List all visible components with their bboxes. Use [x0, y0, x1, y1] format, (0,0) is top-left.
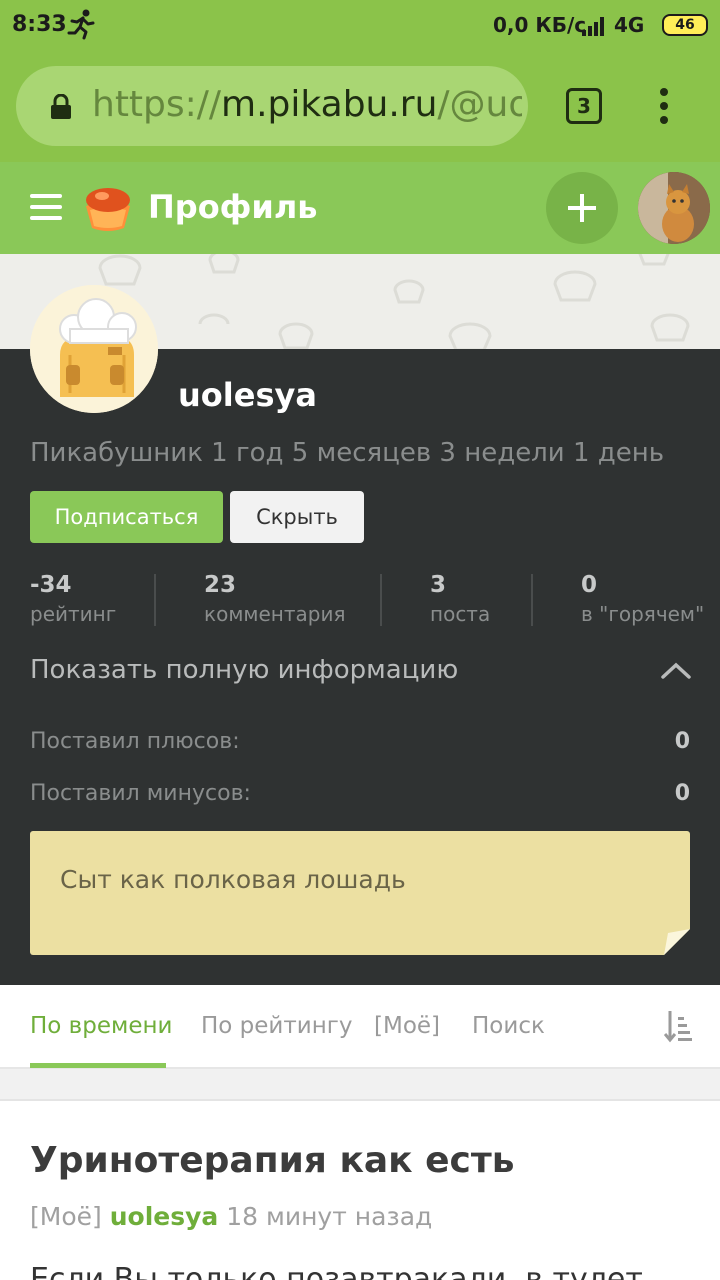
- pluses-label: Поставил плюсов:: [30, 729, 240, 754]
- browser-toolbar: https://m.pikabu.ru/@uolesya 3: [0, 52, 720, 162]
- url-host: m.pikabu.ru: [221, 84, 438, 125]
- profile-avatar: [30, 285, 158, 413]
- sort-icon[interactable]: [664, 1009, 692, 1043]
- post-tag[interactable]: [Моё]: [30, 1202, 102, 1231]
- lock-icon: [51, 94, 71, 119]
- profile-since: Пикабушник 1 год 5 месяцев 3 недели 1 де…: [30, 438, 665, 468]
- page-fold-icon: [664, 929, 690, 955]
- stat-rating: -34 рейтинг: [30, 572, 116, 626]
- post-excerpt: Если Вы только позавтракали, в тулет: [30, 1262, 643, 1280]
- stat-posts: 3 поста: [430, 572, 490, 626]
- stat-label: в "горячем": [581, 602, 705, 626]
- signal-icon: [582, 17, 604, 36]
- stat-value: 3: [430, 572, 447, 598]
- post-meta: [Моё] uolesya 18 минут назад: [30, 1202, 432, 1231]
- tab-mine[interactable]: [Моё]: [374, 1013, 440, 1039]
- clock: 8:33: [12, 12, 67, 37]
- post-title[interactable]: Уринотерапия как есть: [30, 1140, 515, 1181]
- url-path: /@uolesya: [437, 84, 522, 125]
- post-time: 18 минут назад: [226, 1202, 433, 1231]
- stat-value: -34: [30, 572, 72, 598]
- pluses-value: 0: [674, 729, 690, 754]
- pikabu-logo[interactable]: [80, 180, 136, 236]
- tab-switcher-button[interactable]: 3: [566, 88, 602, 124]
- menu-icon[interactable]: [30, 194, 62, 220]
- stat-value: 23: [204, 572, 237, 598]
- activity-runner-icon: [67, 9, 95, 40]
- status-bar: 8:33 0,0 КБ/с 4G 46: [0, 0, 720, 52]
- minuses-label: Поставил минусов:: [30, 781, 251, 806]
- hide-button[interactable]: Скрыть: [230, 491, 364, 543]
- stat-label: комментария: [204, 602, 346, 626]
- plus-icon: [568, 194, 596, 222]
- url-bar[interactable]: https://m.pikabu.ru/@uolesya: [16, 66, 528, 146]
- tab-by-time[interactable]: По времени: [30, 1013, 172, 1039]
- stat-hot: 0 в "горячем": [581, 572, 704, 626]
- stat-divider: [154, 574, 156, 626]
- page-title: Профиль: [148, 188, 318, 226]
- minuses-value: 0: [674, 781, 690, 806]
- network-speed: 0,0 КБ/с: [493, 13, 587, 37]
- profile-note: Сыт как полковая лошадь: [30, 831, 690, 955]
- url-text: https://m.pikabu.ru/@uolesya: [92, 84, 522, 125]
- feed-separator: [0, 1069, 720, 1101]
- app-header: Профиль: [0, 162, 720, 254]
- full-info-toggle[interactable]: Показать полную информацию: [30, 655, 458, 685]
- stat-comments: 23 комментария: [204, 572, 346, 626]
- tab-by-rating[interactable]: По рейтингу: [201, 1013, 352, 1039]
- stat-divider: [531, 574, 533, 626]
- stat-value: 0: [581, 572, 598, 598]
- profile-username: uolesya: [178, 376, 317, 414]
- battery-indicator: 46: [662, 14, 708, 36]
- active-tab-indicator: [30, 1063, 166, 1068]
- subscribe-button[interactable]: Подписаться: [30, 491, 223, 543]
- user-avatar[interactable]: [638, 172, 710, 244]
- note-text: Сыт как полковая лошадь: [60, 865, 406, 894]
- stat-label: поста: [430, 602, 491, 626]
- stat-label: рейтинг: [30, 602, 117, 626]
- url-scheme: https://: [92, 84, 222, 125]
- chevron-up-icon[interactable]: [660, 660, 692, 680]
- feed-tabs: По времени По рейтингу [Моё] Поиск: [0, 985, 720, 1069]
- add-post-button[interactable]: [546, 172, 618, 244]
- tab-search[interactable]: Поиск: [472, 1013, 545, 1039]
- more-menu-icon[interactable]: [652, 86, 676, 126]
- post-author[interactable]: uolesya: [110, 1202, 219, 1231]
- network-type: 4G: [614, 13, 645, 37]
- stat-divider: [380, 574, 382, 626]
